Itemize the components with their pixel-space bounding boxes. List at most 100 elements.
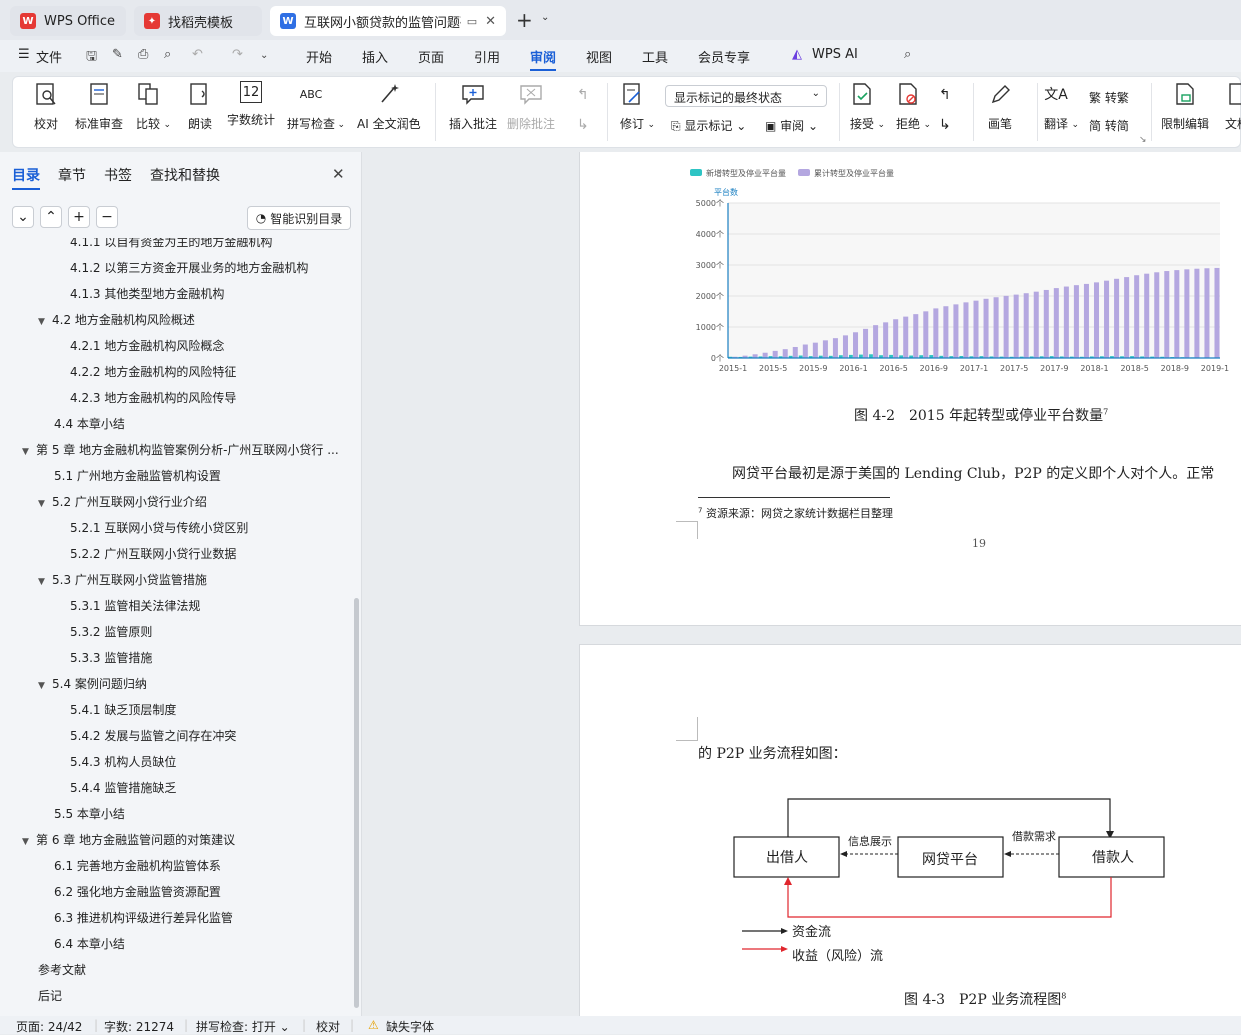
toc-item[interactable]: 5.1 广州地方金融监管机构设置 (54, 466, 221, 486)
toc-item[interactable]: ▼5.4 案例问题归纳 (38, 674, 147, 694)
word-count-indicator[interactable]: 字数: 21274 (104, 1018, 174, 1035)
expand-caret-icon[interactable]: ▼ (38, 494, 52, 514)
tab-chapters[interactable]: 章节 (58, 165, 86, 185)
toc-scrollbar[interactable] (354, 598, 359, 1008)
close-pane-icon[interactable]: ✕ (332, 165, 345, 183)
monitor-icon[interactable]: ▭ (467, 15, 477, 28)
redo-icon[interactable]: ↷ (232, 47, 243, 62)
toc-item[interactable]: 6.3 推进机构评级进行差异化监管 (54, 908, 233, 928)
compare-button[interactable]: 比较⌄ (135, 81, 161, 132)
proofread-indicator[interactable]: 校对 (316, 1018, 340, 1035)
track-changes-button[interactable]: 修订⌄ (619, 81, 645, 132)
toc-item[interactable]: 参考文献 (38, 960, 86, 980)
menu-insert[interactable]: 插入 (362, 47, 388, 66)
tab-wps-office[interactable]: W WPS Office (10, 6, 126, 36)
menu-member[interactable]: 会员专享 (698, 47, 750, 66)
save-icon[interactable]: 🖫 (86, 47, 97, 69)
pen-icon[interactable]: ✎ (112, 47, 123, 62)
to-traditional-button[interactable]: 繁 转繁 (1089, 89, 1129, 106)
toc-item[interactable]: 后记 (38, 986, 62, 1006)
toc-item[interactable]: 5.3.3 监管措施 (70, 648, 152, 668)
toc-item[interactable]: 5.4.4 监管措施缺乏 (70, 778, 176, 798)
expand-caret-icon[interactable]: ▼ (22, 442, 36, 462)
menu-tools[interactable]: 工具 (642, 47, 668, 66)
markup-display-select[interactable]: 显示标记的最终状态⌄ (665, 85, 827, 107)
expand-caret-icon[interactable]: ▼ (22, 832, 36, 852)
menu-start[interactable]: 开始 (306, 47, 332, 66)
word-count-button[interactable]: 12字数统计 (227, 81, 275, 128)
new-tab-button[interactable]: + (516, 8, 533, 32)
toc-item[interactable]: 6.2 强化地方金融监管资源配置 (54, 882, 221, 902)
toc-item[interactable]: 5.4.2 发展与监管之间存在冲突 (70, 726, 236, 746)
remove-heading-button[interactable]: − (96, 206, 118, 228)
prev-comment-icon[interactable]: ↰ (577, 87, 589, 103)
show-markup-button[interactable]: ⎘ 显示标记 ⌄ (671, 117, 746, 134)
toc-item[interactable]: 6.1 完善地方金融机构监管体系 (54, 856, 221, 876)
expand-caret-icon[interactable]: ▼ (38, 676, 52, 696)
print-icon[interactable]: ⎙ (138, 47, 148, 62)
document-button[interactable]: 文档 (1225, 81, 1241, 132)
toc-item[interactable]: 5.5 本章小结 (54, 804, 125, 824)
prev-change-icon[interactable]: ↰ (939, 87, 951, 103)
add-heading-button[interactable]: + (68, 206, 90, 228)
toc-item[interactable]: 4.1.3 其他类型地方金融机构 (70, 284, 224, 304)
smart-toc-button[interactable]: ◔智能识别目录 (247, 206, 351, 230)
toc-item[interactable]: 6.4 本章小结 (54, 934, 125, 954)
pen-button[interactable]: 画笔 (987, 81, 1013, 132)
read-aloud-button[interactable]: 朗读 (187, 81, 213, 132)
spell-check-button[interactable]: ABC拼写检查⌄ (287, 81, 335, 132)
toc-item[interactable]: 4.4 本章小结 (54, 414, 125, 434)
toc-item[interactable]: ▼5.2 广州互联网小贷行业介绍 (38, 492, 207, 512)
translate-button[interactable]: 文A翻译⌄ (1043, 81, 1069, 132)
toc-item[interactable]: 5.3.1 监管相关法律法规 (70, 596, 200, 616)
review-pane-button[interactable]: ▣ 审阅 ⌄ (765, 117, 818, 134)
menu-review[interactable]: 审阅 (530, 47, 556, 71)
toc-item[interactable]: 4.1.1 以自有资金为主的地方金融机构 (70, 238, 272, 252)
menu-page[interactable]: 页面 (418, 47, 444, 66)
toc-item[interactable]: 4.2.1 地方金融机构风险概念 (70, 336, 224, 356)
next-change-icon[interactable]: ↳ (939, 117, 951, 133)
toc-item[interactable]: 4.2.2 地方金融机构的风险特征 (70, 362, 236, 382)
tab-bookmarks[interactable]: 书签 (104, 165, 132, 185)
page-indicator[interactable]: 页面: 24/42 (16, 1018, 82, 1035)
restrict-editing-button[interactable]: 限制编辑 (1161, 81, 1209, 132)
expand-caret-icon[interactable]: ▼ (38, 312, 52, 332)
search-icon[interactable]: ⌕ (904, 47, 911, 62)
tab-current-document[interactable]: W 互联网小额贷款的监管问题研究 ▭ ✕ (270, 6, 506, 36)
tab-toc[interactable]: 目录 (12, 165, 40, 190)
standard-review-button[interactable]: 标准审查 (75, 81, 123, 132)
to-simplified-button[interactable]: 简 转简 (1089, 117, 1129, 134)
toc-item[interactable]: 4.2.3 地方金融机构的风险传导 (70, 388, 236, 408)
toc-item[interactable]: 5.2.2 广州互联网小贷行业数据 (70, 544, 236, 564)
ai-polish-button[interactable]: AI 全文润色 (357, 81, 421, 132)
spell-check-indicator[interactable]: 拼写检查: 打开 ⌄ (196, 1018, 290, 1035)
toc-item[interactable]: 5.4.1 缺乏顶层制度 (70, 700, 176, 720)
hamburger-icon[interactable]: ☰ (18, 47, 30, 62)
insert-comment-button[interactable]: 插入批注 (449, 81, 497, 132)
print-preview-icon[interactable]: ⌕ (164, 47, 171, 62)
toc-item[interactable]: ▼5.3 广州互联网小贷监管措施 (38, 570, 207, 590)
missing-font-indicator[interactable]: 缺失字体 (386, 1018, 434, 1035)
toc-item[interactable]: ▼4.2 地方金融机构风险概述 (38, 310, 195, 330)
menu-wps-ai[interactable]: WPS AI (812, 47, 858, 62)
collapse-all-button[interactable]: ⌄ (12, 206, 34, 228)
tab-docer-templates[interactable]: ✦ 找稻壳模板 (134, 6, 262, 36)
close-tab-icon[interactable]: ✕ (485, 14, 496, 29)
toc-item[interactable]: ▼第 5 章 地方金融机构监管案例分析-广州互联网小贷行 ... (22, 440, 339, 460)
undo-icon[interactable]: ↶ (192, 47, 203, 62)
expand-group-icon[interactable]: ↘ (1139, 135, 1147, 145)
next-comment-icon[interactable]: ↳ (577, 117, 589, 133)
menu-view[interactable]: 视图 (586, 47, 612, 66)
accept-button[interactable]: 接受⌄ (849, 81, 875, 132)
toc-item[interactable]: 5.4.3 机构人员缺位 (70, 752, 176, 772)
delete-comment-button[interactable]: 删除批注 (507, 81, 555, 132)
toc-item[interactable]: 5.2.1 互联网小贷与传统小贷区别 (70, 518, 248, 538)
chevron-down-icon[interactable]: ⌄ (541, 12, 549, 23)
expand-caret-icon[interactable]: ▼ (38, 572, 52, 592)
proofread-button[interactable]: 校对 (33, 81, 59, 132)
toc-item[interactable]: ▼第 6 章 地方金融监管问题的对策建议 (22, 830, 235, 850)
tab-find-replace[interactable]: 查找和替换 (150, 165, 220, 185)
reject-button[interactable]: 拒绝⌄ (895, 81, 921, 132)
more-chevron-icon[interactable]: ⌄ (260, 50, 268, 61)
menu-file[interactable]: 文件 (36, 47, 62, 66)
